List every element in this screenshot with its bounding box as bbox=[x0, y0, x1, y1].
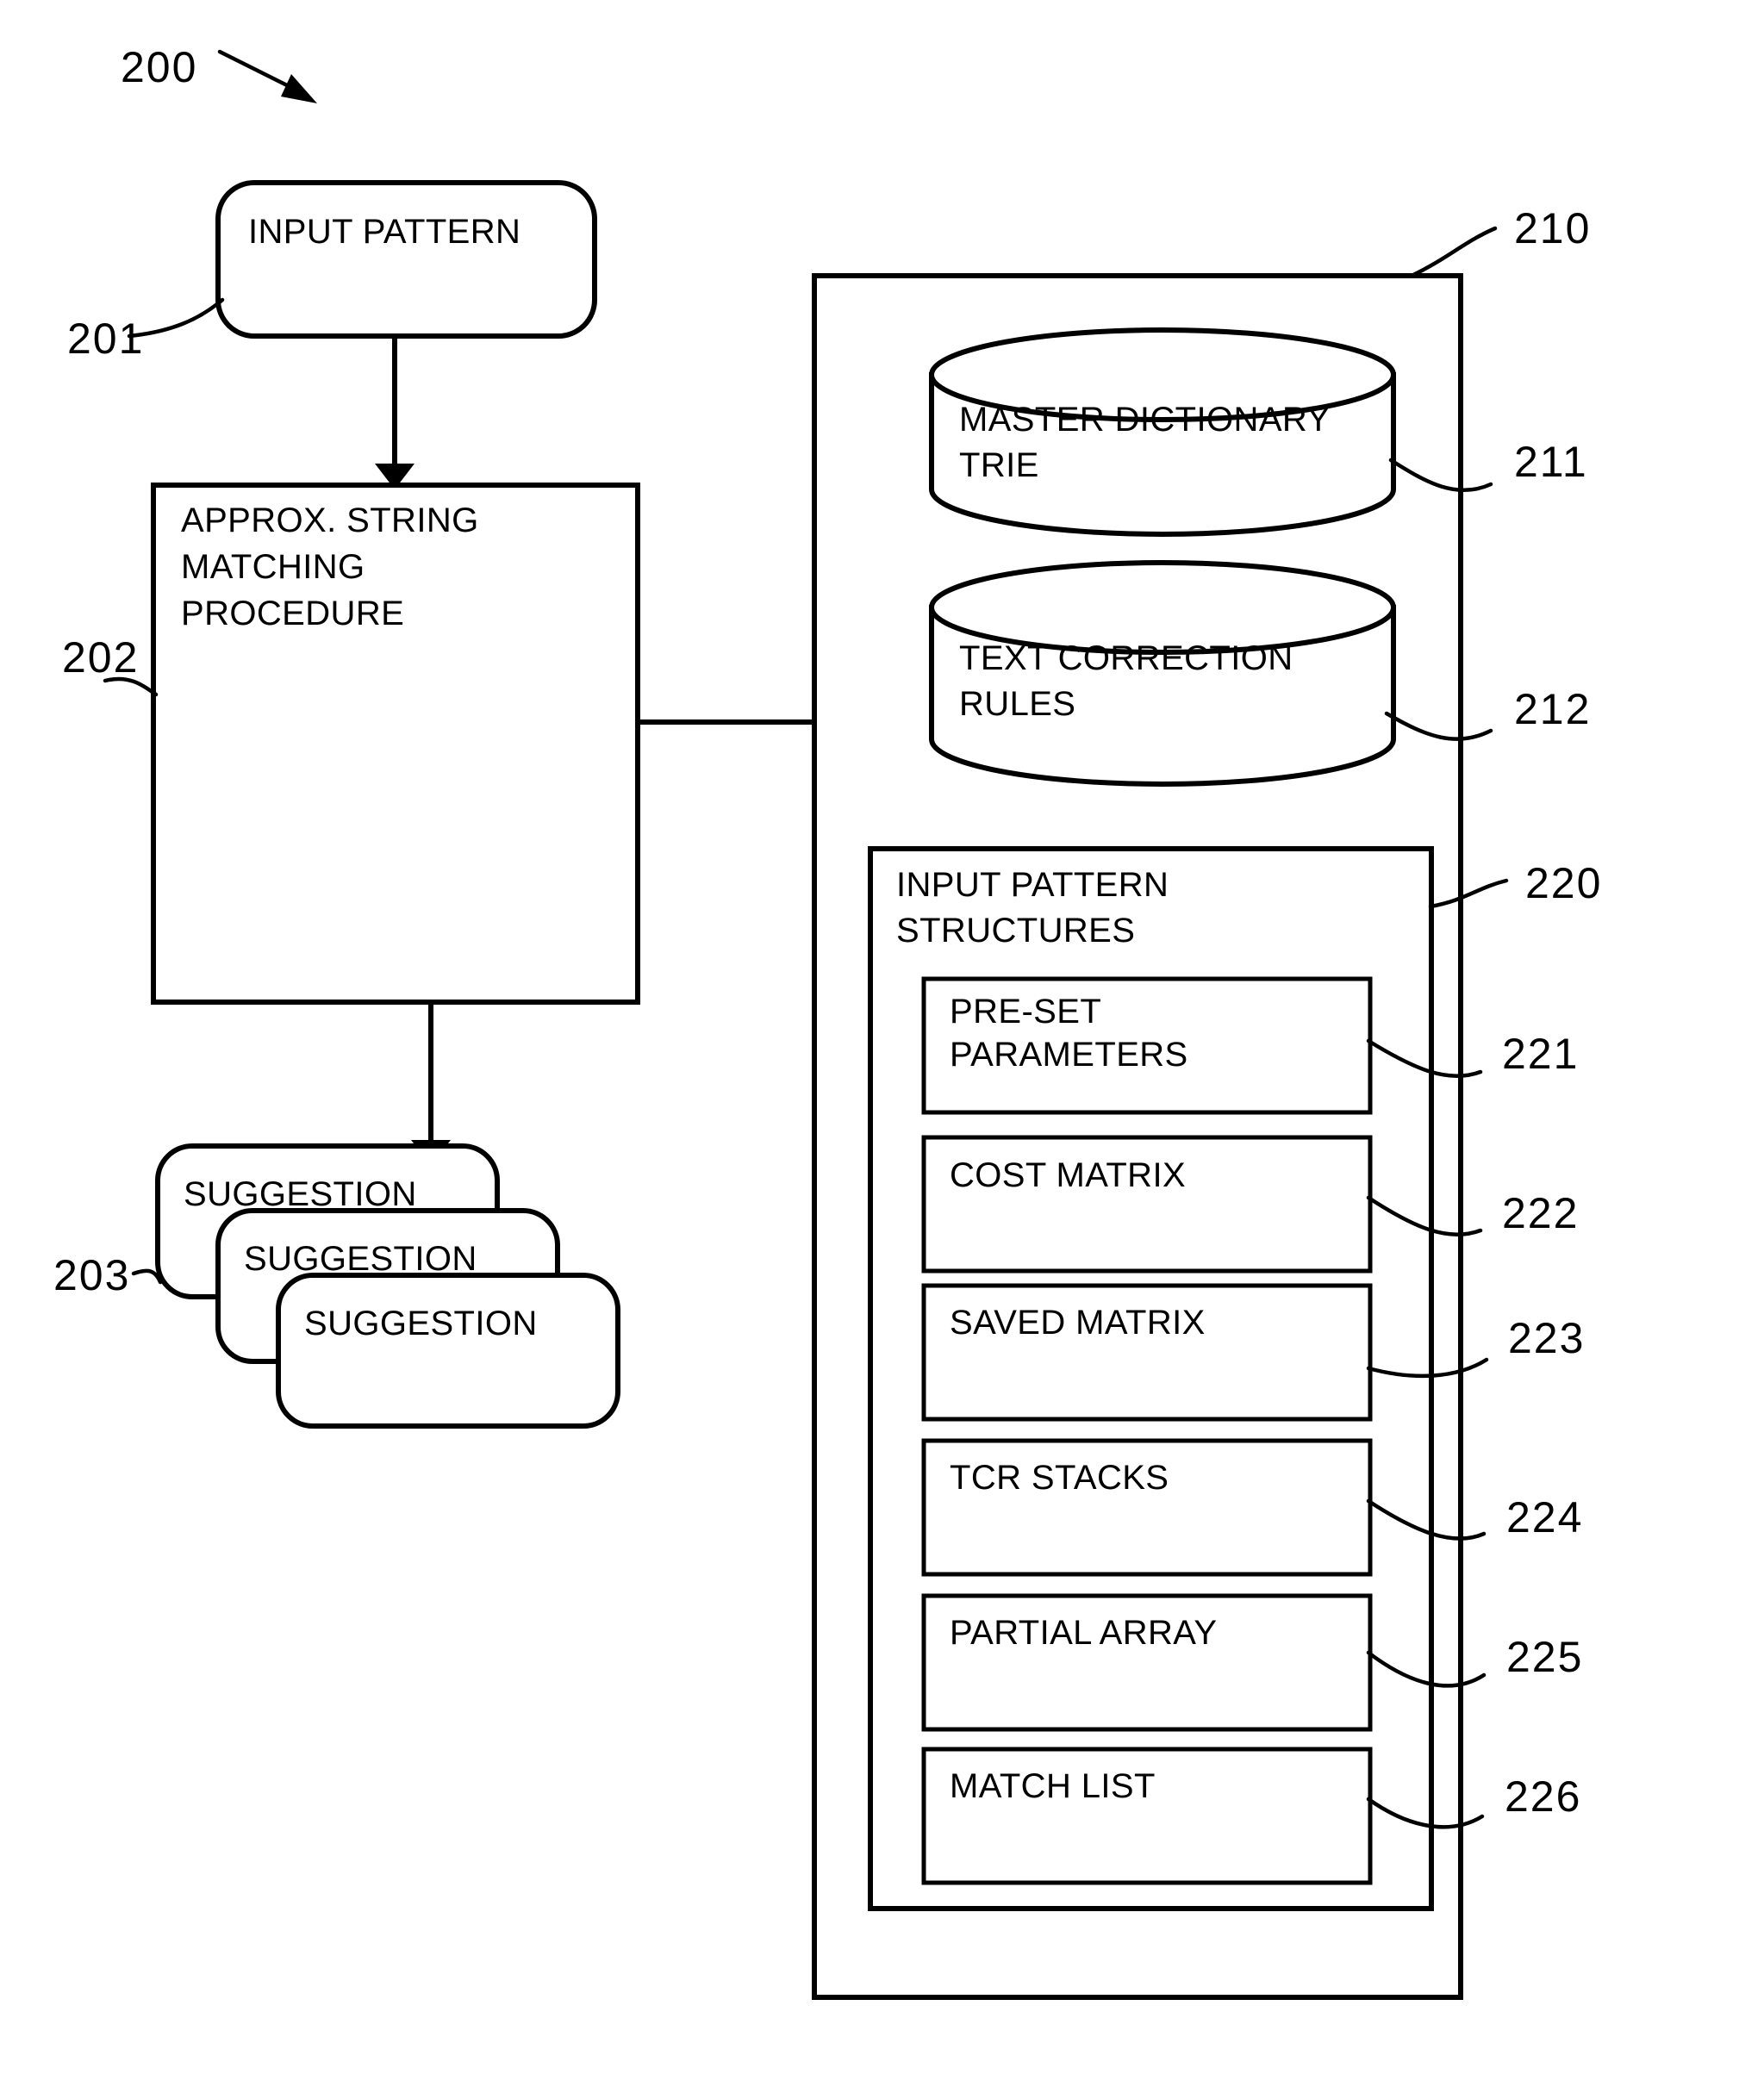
ref-221-label: 221 bbox=[1502, 1030, 1579, 1078]
input-pattern-label: INPUT PATTERN bbox=[248, 213, 520, 251]
matching-procedure-label-line-3: PROCEDURE bbox=[181, 595, 404, 632]
cost-matrix-label: COST MATRIX bbox=[950, 1156, 1186, 1194]
node-saved-matrix[interactable]: SAVED MATRIX bbox=[921, 1283, 1373, 1422]
pre-set-parameters-label-line-1: PRE-SET bbox=[950, 993, 1101, 1031]
node-matching-procedure[interactable]: APPROX. STRING MATCHING PROCEDURE bbox=[151, 483, 640, 1005]
ref-201-label: 201 bbox=[67, 315, 144, 363]
pre-set-parameters-label-line-2: PARAMETERS bbox=[950, 1036, 1188, 1074]
arrow-input-to-procedure bbox=[375, 336, 415, 489]
suggestion-box-3[interactable] bbox=[276, 1273, 620, 1429]
node-cost-matrix[interactable]: COST MATRIX bbox=[921, 1135, 1373, 1274]
master-dictionary-trie-label-line-2: TRIE bbox=[959, 446, 1039, 484]
input-pattern-box[interactable] bbox=[215, 180, 597, 339]
master-dictionary-trie-label-line-1: MASTER DICTIONARY bbox=[959, 401, 1331, 439]
ref-220-label: 220 bbox=[1525, 859, 1602, 907]
ref-210-label: 210 bbox=[1514, 204, 1591, 252]
ref-callout-210: 210 bbox=[1409, 204, 1591, 278]
tcr-stacks-label: TCR STACKS bbox=[950, 1459, 1169, 1497]
ref-203-leader bbox=[131, 1268, 163, 1285]
ref-225-label: 225 bbox=[1506, 1633, 1583, 1681]
ref-223-label: 223 bbox=[1508, 1314, 1585, 1362]
node-tcr-stacks[interactable]: TCR STACKS bbox=[921, 1438, 1373, 1577]
ref-211-label: 211 bbox=[1514, 438, 1588, 486]
ref-212-label: 212 bbox=[1514, 685, 1591, 733]
text-correction-rules-label-line-2: RULES bbox=[959, 685, 1075, 723]
node-match-list[interactable]: MATCH LIST bbox=[921, 1747, 1373, 1885]
ref-203-label: 203 bbox=[53, 1251, 130, 1299]
match-list-label: MATCH LIST bbox=[950, 1767, 1156, 1805]
node-partial-array[interactable]: PARTIAL ARRAY bbox=[921, 1593, 1373, 1732]
node-suggestion-front[interactable]: SUGGESTION bbox=[276, 1273, 620, 1429]
matching-procedure-label-line-1: APPROX. STRING bbox=[181, 501, 479, 539]
ref-226-label: 226 bbox=[1505, 1772, 1581, 1821]
ref-224-label: 224 bbox=[1506, 1493, 1583, 1541]
suggestion-label-3: SUGGESTION bbox=[304, 1305, 538, 1342]
figure-canvas: 200 INPUT PATTERN 201 APPROX. STRING MAT… bbox=[53, 43, 1602, 2000]
suggestion-label-1: SUGGESTION bbox=[184, 1175, 417, 1213]
node-input-pattern[interactable]: INPUT PATTERN bbox=[215, 180, 597, 339]
saved-matrix-label: SAVED MATRIX bbox=[950, 1304, 1206, 1342]
text-correction-rules-label-line-1: TEXT CORRECTION bbox=[959, 639, 1293, 677]
suggestion-label-2: SUGGESTION bbox=[244, 1240, 477, 1278]
figure-number-arrowhead bbox=[281, 74, 317, 103]
figure-number-leader bbox=[217, 49, 300, 93]
input-pattern-structures-label-line-1: INPUT PATTERN bbox=[896, 866, 1169, 904]
node-pre-set-parameters[interactable]: PRE-SET PARAMETERS bbox=[921, 976, 1373, 1115]
patent-figure: 200 INPUT PATTERN 201 APPROX. STRING MAT… bbox=[0, 0, 1764, 2074]
arrow-procedure-to-suggestions bbox=[411, 1002, 451, 1166]
ref-callout-203: 203 bbox=[53, 1251, 163, 1299]
ref-202-label: 202 bbox=[62, 633, 139, 682]
figure-number-label: 200 bbox=[121, 43, 197, 91]
node-text-correction-rules[interactable]: TEXT CORRECTION RULES bbox=[929, 560, 1396, 787]
ref-callout-202: 202 bbox=[62, 633, 159, 697]
figure-number-callout: 200 bbox=[121, 43, 317, 103]
node-master-dictionary-trie[interactable]: MASTER DICTIONARY TRIE bbox=[929, 327, 1396, 537]
ref-210-leader bbox=[1409, 226, 1498, 278]
partial-array-label: PARTIAL ARRAY bbox=[950, 1614, 1218, 1652]
ref-callout-201: 201 bbox=[67, 297, 225, 363]
input-pattern-structures-label-line-2: STRUCTURES bbox=[896, 912, 1135, 950]
matching-procedure-label-line-2: MATCHING bbox=[181, 548, 365, 586]
ref-222-label: 222 bbox=[1502, 1189, 1579, 1237]
